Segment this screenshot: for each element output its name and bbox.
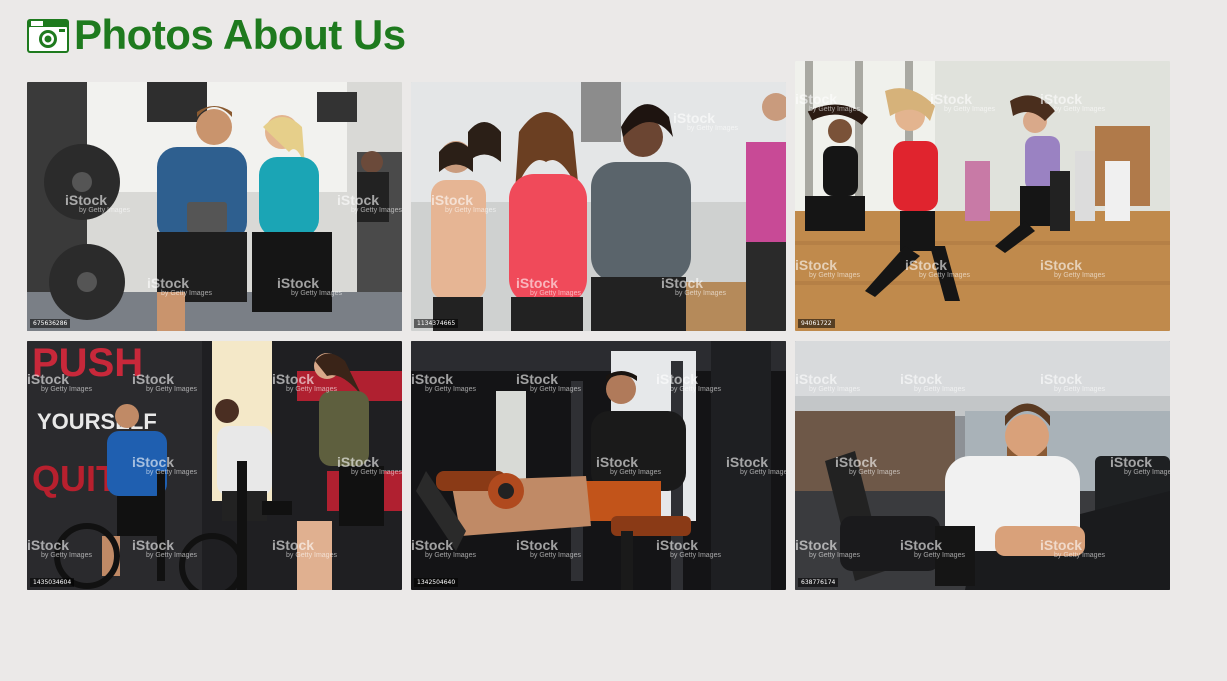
svg-text:PUSH: PUSH <box>32 341 143 385</box>
photo-image <box>27 82 402 331</box>
photo-id-label: 1342504640 <box>414 578 459 587</box>
photo-image: PUSH YOURSELF QUIT <box>27 341 402 590</box>
camera-icon <box>26 15 70 55</box>
gallery-photo-spin-class[interactable]: PUSH YOURSELF QUIT iStock by Getty Images… <box>27 341 402 590</box>
page-header: Photos About Us <box>26 10 406 60</box>
gallery-photo-dance-studio[interactable]: iStock by Getty Images iStock by Getty Ima… <box>795 61 1170 331</box>
photo-id-label: 94061722 <box>798 319 835 328</box>
photo-id-label: 1134374665 <box>414 319 459 328</box>
svg-text:YOURSELF: YOURSELF <box>37 409 157 434</box>
gallery-photo-treadmill[interactable]: iStock by Getty Images iStock by Getty Ima… <box>795 341 1170 590</box>
svg-text:QUIT: QUIT <box>32 458 118 499</box>
photo-id-label: 638776174 <box>798 578 839 587</box>
photo-image <box>795 61 1170 331</box>
photo-image <box>795 341 1170 590</box>
photo-id-label: 1435034604 <box>30 578 75 587</box>
photo-image <box>411 341 786 590</box>
gallery-photo-gym-couple[interactable]: iStock by Getty Images iStock by Getty Ima… <box>27 82 402 331</box>
photo-id-label: 675636286 <box>30 319 71 328</box>
gallery-photo-leg-extension[interactable]: iStock by Getty Images iStock by Getty Ima… <box>411 341 786 590</box>
gallery-photo-dance-class[interactable]: iStock by Getty Images iStock by Getty Ima… <box>411 82 786 331</box>
page-title: Photos About Us <box>74 11 406 58</box>
photo-image <box>411 82 786 331</box>
